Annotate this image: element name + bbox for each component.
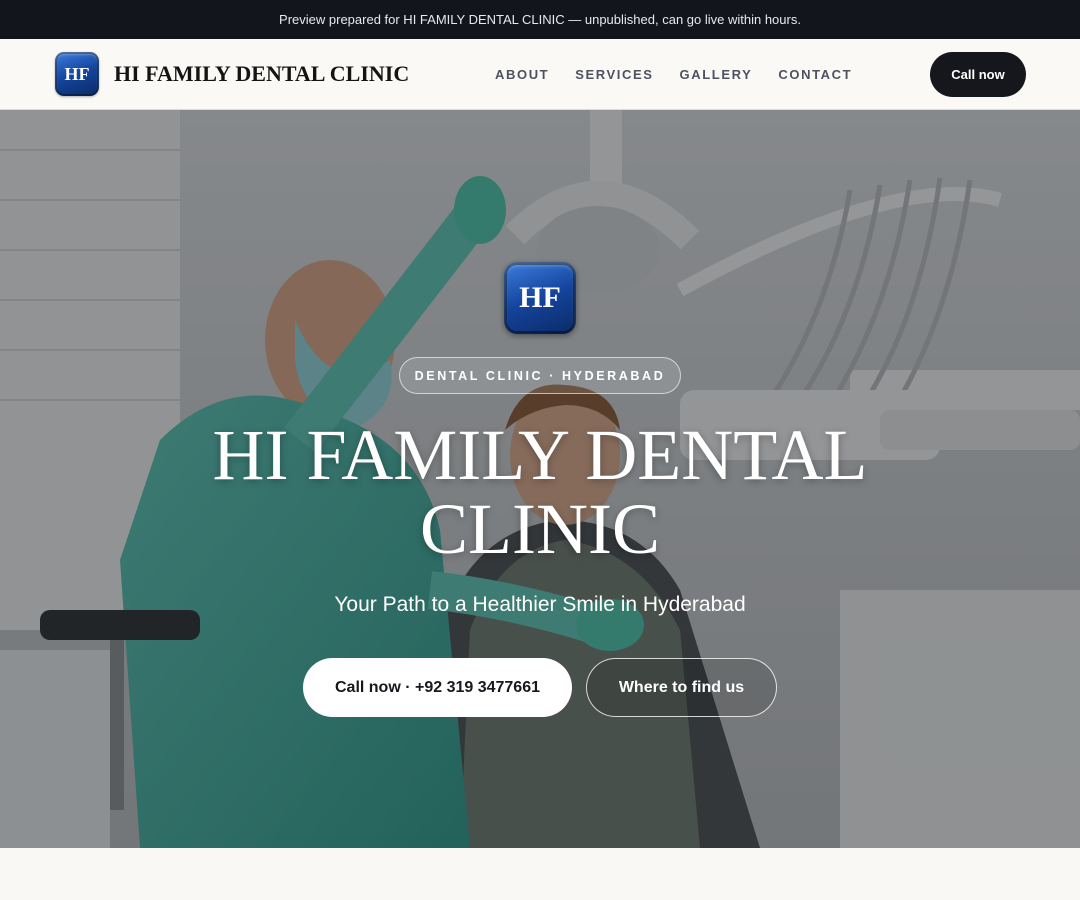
- site-header: HF HI FAMILY DENTAL CLINIC ABOUT SERVICE…: [0, 39, 1080, 110]
- hero-content: HF DENTAL CLINIC · HYDERABAD HI FAMILY D…: [0, 110, 1080, 848]
- main-nav: ABOUT SERVICES GALLERY CONTACT: [495, 39, 878, 109]
- hero-eyebrow-badge: DENTAL CLINIC · HYDERABAD: [399, 357, 681, 394]
- call-now-phone-button[interactable]: Call now · +92 319 3477661: [303, 658, 572, 717]
- announcement-text: Preview prepared for HI FAMILY DENTAL CL…: [279, 12, 801, 27]
- brand[interactable]: HF HI FAMILY DENTAL CLINIC: [55, 52, 409, 96]
- where-to-find-us-button[interactable]: Where to find us: [586, 658, 777, 717]
- nav-item-gallery[interactable]: GALLERY: [680, 67, 753, 82]
- nav-item-about[interactable]: ABOUT: [495, 67, 549, 82]
- brand-name[interactable]: HI FAMILY DENTAL CLINIC: [114, 61, 409, 87]
- next-section: [0, 848, 1080, 900]
- hero-title: HI FAMILY DENTAL CLINIC: [212, 415, 868, 569]
- nav-item-services[interactable]: SERVICES: [575, 67, 653, 82]
- hero-section: HF DENTAL CLINIC · HYDERABAD HI FAMILY D…: [0, 110, 1080, 848]
- hero-subtitle: Your Path to a Healthier Smile in Hydera…: [334, 593, 746, 616]
- announcement-bar: Preview prepared for HI FAMILY DENTAL CL…: [0, 0, 1080, 39]
- hero-logo: HF: [504, 262, 576, 334]
- nav-item-contact[interactable]: CONTACT: [778, 67, 852, 82]
- brand-logo[interactable]: HF: [55, 52, 99, 96]
- header-call-button[interactable]: Call now: [930, 52, 1026, 97]
